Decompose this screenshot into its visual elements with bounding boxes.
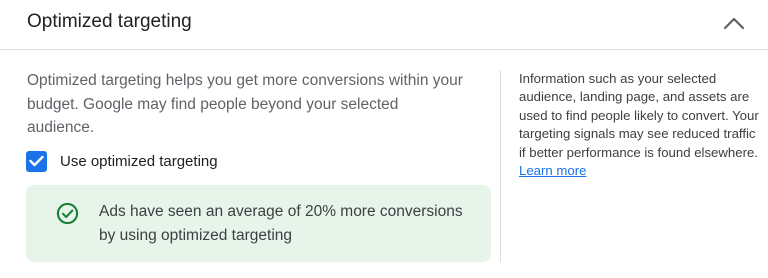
side-help-text: Information such as your selected audien… — [519, 71, 759, 160]
check-circle-icon — [56, 202, 79, 225]
collapse-button[interactable] — [718, 7, 750, 39]
checkmark-icon — [29, 155, 44, 167]
panel-header[interactable]: Optimized targeting — [0, 0, 768, 50]
conversion-info-box: Ads have seen an average of 20% more con… — [26, 185, 491, 262]
main-content: Optimized targeting helps you get more c… — [27, 69, 467, 140]
learn-more-link[interactable]: Learn more — [519, 163, 586, 178]
vertical-divider — [500, 70, 501, 262]
panel-title: Optimized targeting — [27, 11, 192, 32]
description-text: Optimized targeting helps you get more c… — [27, 72, 463, 136]
checkbox-label: Use optimized targeting — [60, 152, 218, 170]
optimized-targeting-checkbox[interactable] — [26, 150, 47, 172]
chevron-up-icon — [723, 17, 745, 30]
optimized-targeting-checkbox-row[interactable]: Use optimized targeting — [26, 150, 218, 172]
optimized-targeting-panel: Optimized targeting Optimized targeting … — [0, 0, 768, 278]
info-box-text: Ads have seen an average of 20% more con… — [99, 203, 463, 244]
side-help: Information such as your selected audien… — [519, 70, 759, 180]
